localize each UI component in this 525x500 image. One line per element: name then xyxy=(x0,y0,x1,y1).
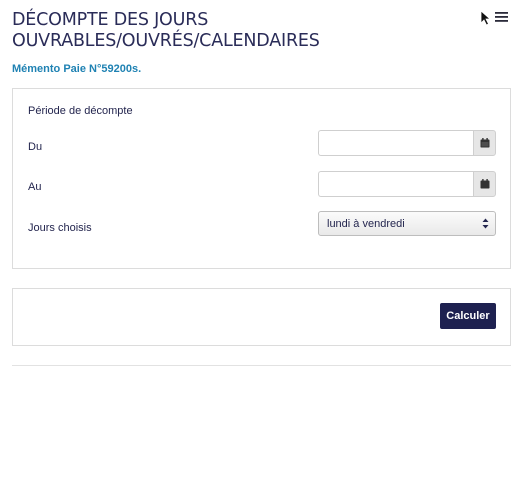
calendar-icon xyxy=(480,138,489,148)
period-panel: Période de décompte Du Au Jours choisis … xyxy=(12,88,511,269)
period-legend: Période de décompte xyxy=(28,105,133,117)
select-arrows-icon xyxy=(482,218,489,229)
hamburger-menu-icon[interactable] xyxy=(494,10,510,24)
au-date-group xyxy=(318,171,496,197)
du-date-group xyxy=(318,130,496,156)
calculate-button[interactable]: Calculer xyxy=(440,303,496,329)
au-label: Au xyxy=(28,181,42,193)
jours-choisis-value: lundi à vendredi xyxy=(327,217,405,230)
du-label: Du xyxy=(28,141,43,153)
page-title-line-1: DÉCOMPTE DES JOURS xyxy=(12,10,209,30)
jours-choisis-select[interactable]: lundi à vendredi xyxy=(318,211,496,236)
calendar-icon xyxy=(480,179,489,189)
page-title-line-2: OUVRABLES/OUVRÉS/CALENDAIRES xyxy=(12,31,320,51)
page-title: DÉCOMPTE DES JOURS OUVRABLES/OUVRÉS/CALE… xyxy=(12,10,452,52)
au-calendar-button[interactable] xyxy=(473,171,496,197)
mouse-pointer-icon xyxy=(480,10,492,26)
action-panel: Calculer xyxy=(12,288,511,346)
memento-reference: Mémento Paie N°59200s. xyxy=(12,63,142,75)
du-date-input[interactable] xyxy=(318,130,473,156)
jours-choisis-label: Jours choisis xyxy=(28,222,92,234)
section-divider xyxy=(12,365,511,366)
au-date-input[interactable] xyxy=(318,171,473,197)
du-calendar-button[interactable] xyxy=(473,130,496,156)
